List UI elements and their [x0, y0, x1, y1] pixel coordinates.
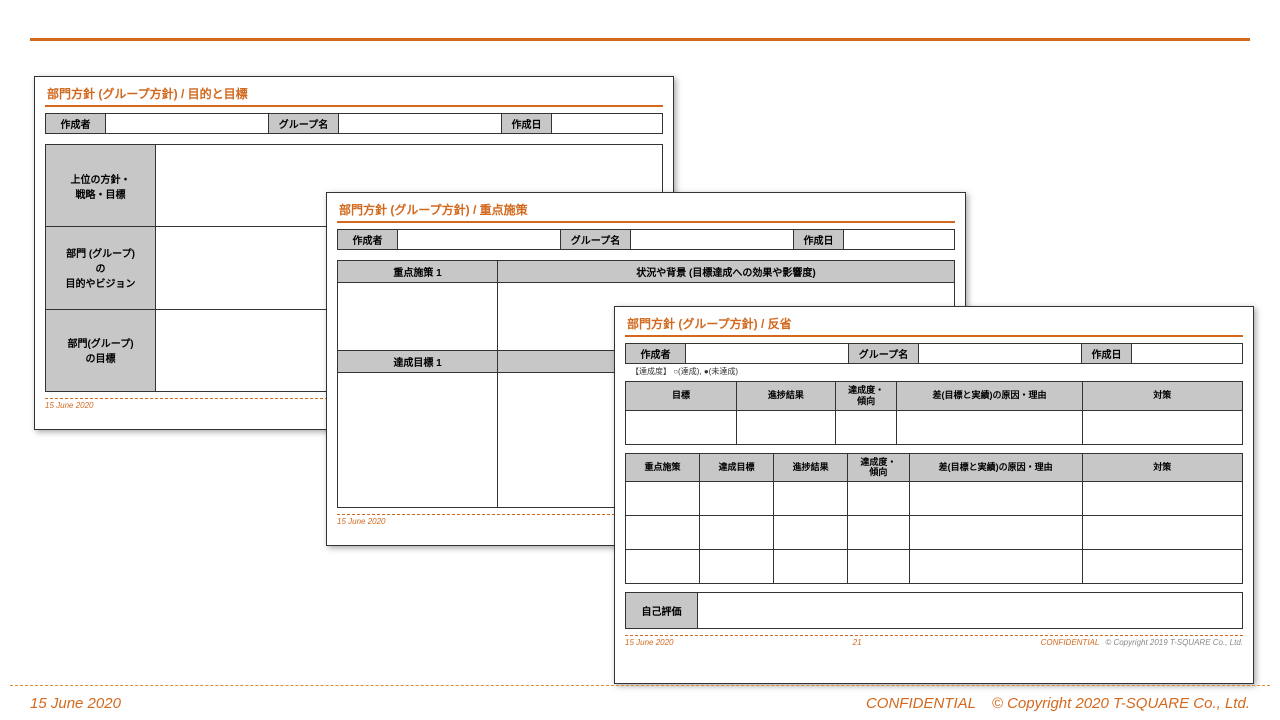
sheet3-title-rule: [625, 335, 1243, 337]
t1-c5: 対策: [1082, 382, 1242, 411]
sheet3-foot-date: 15 June 2020: [625, 638, 674, 647]
sheet1-title-rule: [45, 105, 663, 107]
sheet3-date-value: [1132, 344, 1242, 363]
sheet3-table2: 重点施策 達成目標 進捗結果 達成度・傾向 差(目標と実績)の原因・理由 対策: [625, 453, 1243, 585]
sheet2-group-label: グループ名: [561, 230, 631, 249]
sheet3-footer: 15 June 2020 21 CONFIDENTIAL © Copyright…: [625, 636, 1243, 647]
slide-stage: 部門方針 (グループ方針) / 目的と目標 作成者 グループ名 作成日 上位の方…: [0, 0, 1280, 720]
sheet1-title: 部門方針 (グループ方針) / 目的と目標: [45, 85, 663, 105]
sheet2-colA-head1: 重点施策 1: [338, 261, 498, 282]
footer-conf-text: CONFIDENTIAL: [866, 695, 976, 712]
sheet1-header-row: 作成者 グループ名 作成日: [45, 113, 663, 134]
sheet3-foot-conf: CONFIDENTIAL: [1041, 638, 1100, 647]
t1-c1: 目標: [626, 382, 737, 411]
t1-c2: 進捗結果: [737, 382, 836, 411]
sheet2-colA-head2: 達成目標 1: [338, 351, 498, 372]
sheet2-title: 部門方針 (グループ方針) / 重点施策: [337, 201, 955, 221]
sheet3-selfeval-value: [698, 593, 1242, 628]
sheet1-date-value: [552, 114, 662, 133]
sheet3-table1: 目標 進捗結果 達成度・傾向 差(目標と実績)の原因・理由 対策: [625, 381, 1243, 445]
sheet2-date-value: [844, 230, 954, 249]
sheet1-date-label: 作成日: [502, 114, 552, 133]
sheet3-title: 部門方針 (グループ方針) / 反省: [625, 315, 1243, 335]
footer-date: 15 June 2020: [30, 695, 121, 712]
t2-c6: 対策: [1082, 453, 1242, 482]
sheet3-author-label: 作成者: [626, 344, 686, 363]
sheet2-foot-date: 15 June 2020: [337, 517, 386, 526]
sheet2-author-value: [398, 230, 561, 249]
sheet3-selfeval-row: 自己評価: [625, 592, 1243, 629]
t2-c4: 達成度・傾向: [848, 453, 910, 482]
sheet1-foot-date: 15 June 2020: [45, 401, 94, 410]
sheet3-group-value: [919, 344, 1082, 363]
t2-c2: 達成目標: [700, 453, 774, 482]
t2-c1: 重点施策: [626, 453, 700, 482]
sheet2-r1-a: [338, 283, 498, 350]
footer-copyright: © Copyright 2020 T-SQUARE Co., Ltd.: [992, 695, 1250, 712]
sheet1-row2-label: 部門 (グループ)の目的やビジョン: [46, 227, 156, 309]
sheet1-row3-label: 部門(グループ)の目標: [46, 310, 156, 391]
t2-c5: 差(目標と実績)の原因・理由: [909, 453, 1082, 482]
sheet2-colB-head1: 状況や背景 (目標達成への効果や影響度): [498, 261, 954, 282]
sheet3-header-row: 作成者 グループ名 作成日: [625, 343, 1243, 364]
sheet2-group-value: [631, 230, 794, 249]
sheet3-author-value: [686, 344, 849, 363]
sheet2-title-rule: [337, 221, 955, 223]
sheet3-foot-page: 21: [674, 638, 1041, 647]
sheet2-author-label: 作成者: [338, 230, 398, 249]
sheet3-group-label: グループ名: [849, 344, 919, 363]
sheet3-foot-copy: © Copyright 2019 T-SQUARE Co., Ltd.: [1105, 638, 1243, 647]
bottom-dash: [10, 685, 1270, 686]
sheet1-group-label: グループ名: [269, 114, 339, 133]
t1-c3: 達成度・傾向: [835, 382, 897, 411]
sheet2-header-row: 作成者 グループ名 作成日: [337, 229, 955, 250]
footer-confidential: CONFIDENTIAL © Copyright 2020 T-SQUARE C…: [866, 695, 1250, 712]
sheet1-row1-label: 上位の方針・戦略・目標: [46, 145, 156, 227]
sheet1-author-value: [106, 114, 269, 133]
sheet3-selfeval-label: 自己評価: [626, 593, 698, 628]
sheet3-legend: 【達成度】 ○(達成), ●(未達成): [625, 364, 1243, 381]
form-sheet-3: 部門方針 (グループ方針) / 反省 作成者 グループ名 作成日 【達成度】 ○…: [614, 306, 1254, 684]
sheet2-date-label: 作成日: [794, 230, 844, 249]
sheet3-date-label: 作成日: [1082, 344, 1132, 363]
t2-c3: 進捗結果: [774, 453, 848, 482]
t1-c4: 差(目標と実績)の原因・理由: [897, 382, 1082, 411]
sheet2-r2-a: [338, 373, 498, 507]
sheet1-author-label: 作成者: [46, 114, 106, 133]
sheet1-group-value: [339, 114, 502, 133]
top-rule: [30, 38, 1250, 41]
